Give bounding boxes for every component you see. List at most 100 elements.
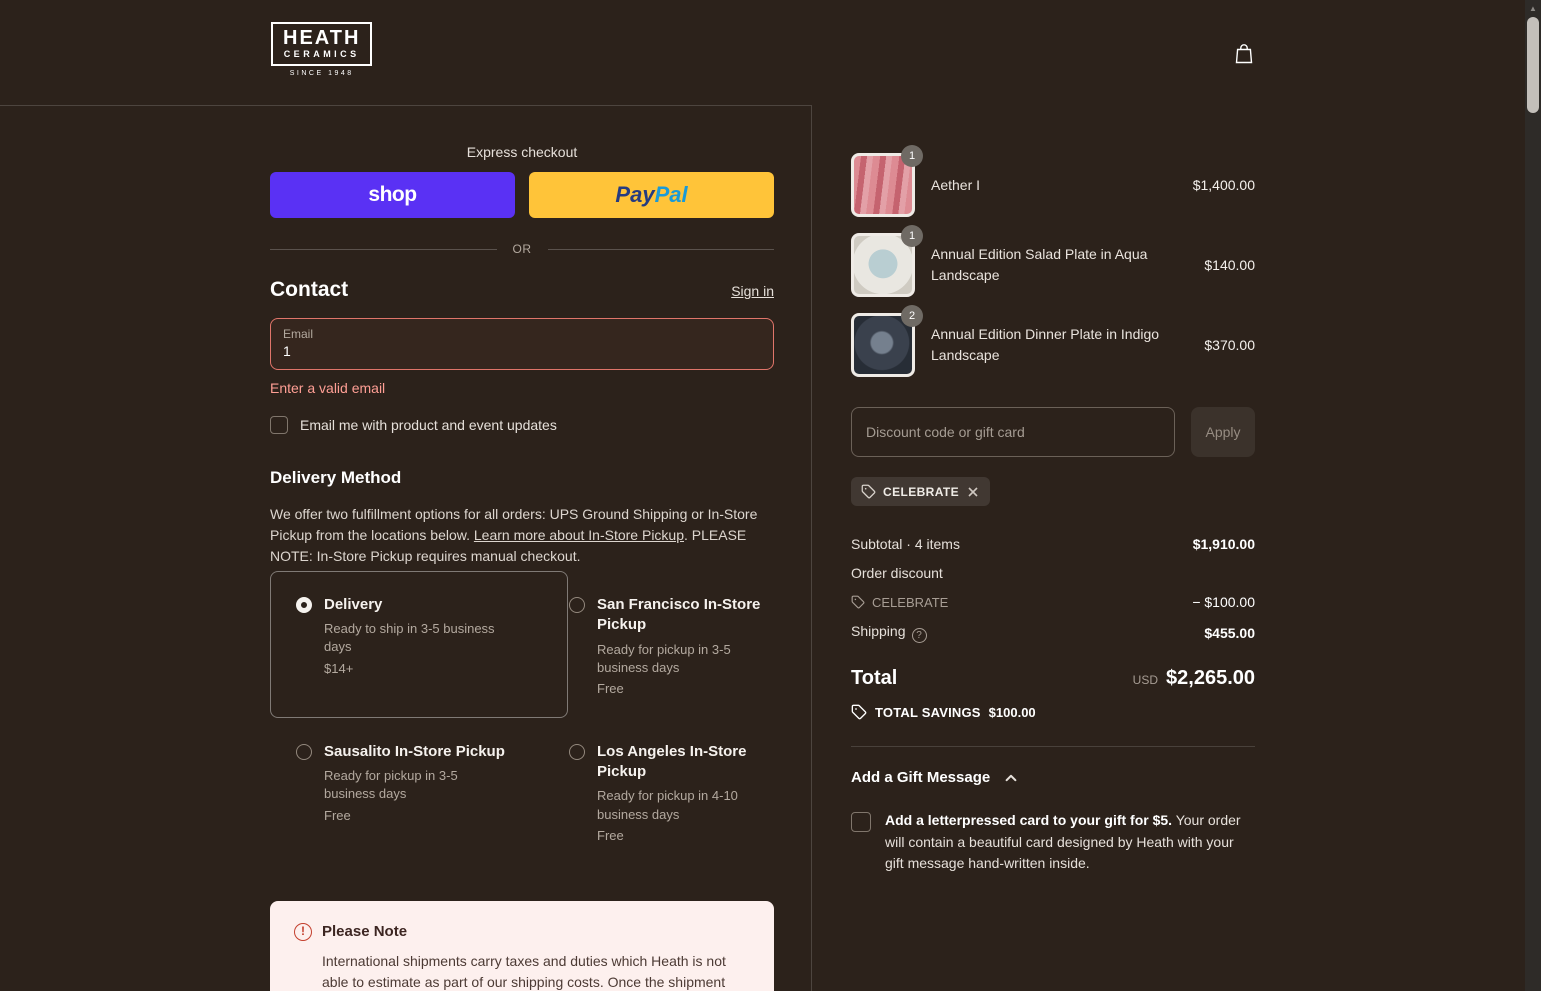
delivery-option-san-francisco[interactable]: San Francisco In-Store Pickup Ready for … [569,595,801,696]
checkout-column: Express checkout shop Pay Pal OR Contact … [0,105,812,991]
option-detail: Ready for pickup in 4-10 business days [597,788,738,822]
product-name: Annual Edition Dinner Plate in Indigo La… [931,326,1160,363]
letterpressed-card-checkbox[interactable] [851,812,871,832]
radio-icon [569,743,585,760]
discount-amount: − $100.00 [1192,594,1255,610]
newsletter-checkbox-row[interactable]: Email me with product and event updates [270,416,774,434]
radio-icon [569,597,585,613]
cart-bag-icon[interactable] [1232,42,1256,66]
option-price: $14+ [324,660,354,676]
contact-heading: Contact [270,278,349,301]
shipping-help-icon[interactable]: ? [911,628,927,643]
express-buttons: shop Pay Pal [270,172,774,218]
option-title: Los Angeles In-Store Pickup [597,742,747,781]
logo-text-since: SINCE 1948 [289,70,354,77]
newsletter-label: Email me with product and event updates [300,417,557,433]
heath-ceramics-logo[interactable]: HEATH CERAMICS SINCE 1948 [271,22,373,77]
main-content: Express checkout shop Pay Pal OR Contact … [0,105,1541,991]
chevron-up-icon [1004,771,1018,785]
paypal-button[interactable]: Pay Pal [529,172,774,218]
email-field-value: 1 [283,343,291,359]
email-error-message: Enter a valid email [270,380,386,396]
total-value: $2,265.00 [1166,667,1255,689]
scroll-up-arrow[interactable]: ▲ [1525,0,1541,16]
product-thumbnail: 1 [851,225,923,297]
radio-icon [296,743,312,760]
discount-code-input[interactable] [851,407,1175,457]
product-thumbnail: 1 [851,145,923,217]
shipping-value: $455.00 [1204,625,1255,641]
quantity-badge: 1 [901,145,923,167]
tag-icon [851,595,865,609]
express-checkout-title: Express checkout [466,144,578,160]
option-price: Free [324,807,351,823]
email-field-label: Email [283,327,314,341]
delivery-option-delivery[interactable]: Delivery Ready to ship in 3-5 business d… [270,571,568,718]
discount-code-name: CELEBRATE [872,594,949,610]
scrollbar-thumb[interactable] [1527,17,1539,113]
product-price: $1,400.00 [1192,177,1255,193]
shipping-label: Shipping? [851,623,927,643]
cart-item: 1 Annual Edition Salad Plate in Aqua Lan… [851,225,1255,297]
product-name: Annual Edition Salad Plate in Aqua Lands… [931,246,1148,283]
option-title: Sausalito In-Store Pickup [324,742,505,760]
or-divider: OR [270,242,774,256]
total-savings-value: $100.00 [988,704,1036,720]
shop-pay-button[interactable]: shop [270,172,515,218]
note-title: Please Note [322,923,408,941]
order-discount-label: Order discount [851,565,943,581]
logo-box: HEATH CERAMICS [271,22,373,66]
option-title: San Francisco In-Store Pickup [597,596,761,634]
delivery-method-heading: Delivery Method [270,468,402,487]
sign-in-link[interactable]: Sign in [731,283,774,299]
cart-item: 2 Annual Edition Dinner Plate in Indigo … [851,305,1255,377]
gift-message-title: Add a Gift Message [851,769,991,786]
total-label: Total [851,667,898,689]
radio-selected-icon [296,597,312,613]
email-field[interactable]: Email 1 [270,318,774,370]
cart-item: 1 Aether I $1,400.00 [851,145,1255,217]
paypal-label-pay: Pay [615,182,655,207]
total-savings-row: TOTAL SAVINGS $100.00 [851,704,1255,720]
option-detail: Ready for pickup in 3-5 business days [324,768,458,802]
product-thumbnail: 2 [851,305,923,377]
logo-text-heath: HEATH [283,27,361,49]
in-store-pickup-link[interactable]: Learn more about In-Store Pickup [474,527,684,543]
product-price: $140.00 [1204,257,1255,273]
scrollbar[interactable]: ▲ [1525,0,1541,991]
paypal-label-pal: Pal [654,182,688,207]
warning-icon: ! [294,922,312,941]
delivery-option-los-angeles[interactable]: Los Angeles In-Store Pickup Ready for pi… [569,742,801,843]
delivery-options: Delivery Ready to ship in 3-5 business d… [270,571,774,843]
product-name: Aether I [931,176,981,193]
discount-tag-label: CELEBRATE [883,484,960,499]
apply-discount-button[interactable]: Apply [1191,407,1255,457]
letterpressed-card-checkbox-row[interactable]: Add a letterpressed card to your gift fo… [851,810,1255,875]
shop-pay-label: shop [368,183,417,206]
or-label: OR [512,242,532,256]
please-note-alert: ! Please Note International shipments ca… [270,900,774,991]
letterpressed-card-label: Add a letterpressed card to your gift fo… [885,810,1245,875]
quantity-badge: 1 [901,225,923,247]
subtotal-label: Subtotal · 4 items [851,536,960,552]
newsletter-checkbox[interactable] [270,416,288,434]
order-summary-column: 1 Aether I $1,400.00 1 Annual Edition Sa… [812,105,1541,991]
product-price: $370.00 [1204,337,1255,353]
letterpressed-card-label-bold: Add a letterpressed card to your gift fo… [885,812,1173,828]
remove-discount-icon[interactable] [966,485,980,499]
tag-icon [861,484,876,499]
discount-tag-chip: CELEBRATE [851,477,991,506]
total-currency: USD [1132,673,1159,687]
subtotal-value: $1,910.00 [1192,536,1255,552]
option-detail: Ready to ship in 3-5 business days [324,621,495,655]
delivery-option-sausalito[interactable]: Sausalito In-Store Pickup Ready for pick… [296,742,548,843]
option-detail: Ready for pickup in 3-5 business days [597,641,731,675]
total-savings-label: TOTAL SAVINGS [875,704,981,720]
discount-line: CELEBRATE [851,595,948,610]
option-price: Free [597,680,624,696]
savings-tag-icon [851,704,867,720]
quantity-badge: 2 [901,305,923,327]
option-price: Free [597,827,624,843]
gift-message-toggle[interactable]: Add a Gift Message [851,769,1255,786]
note-body: International shipments carry taxes and … [322,952,726,991]
